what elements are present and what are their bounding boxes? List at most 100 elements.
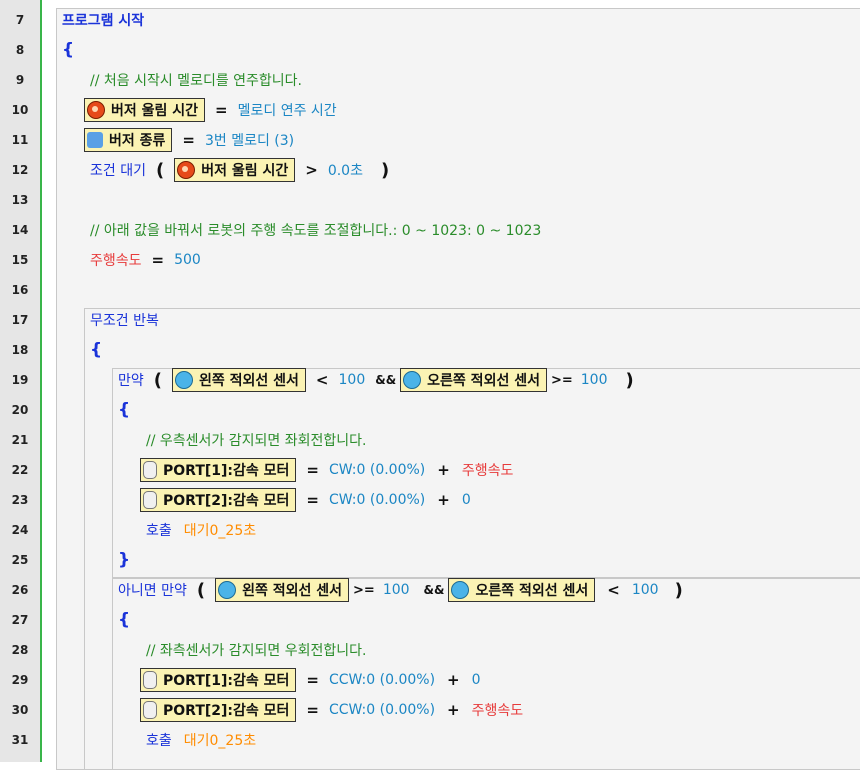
- motor-assign-row[interactable]: PORT[2]:감속 모터 = CW:0 (0.00%) + 0: [140, 485, 471, 515]
- buzzer-type-label: 버저 종류: [109, 133, 166, 149]
- right-ir-label: 오른쪽 적외선 센서: [475, 583, 589, 599]
- ir-sensor-icon: [175, 371, 193, 389]
- line-number: 26: [11, 583, 29, 597]
- call-row[interactable]: 호출 대기0_25초: [146, 725, 256, 755]
- buzzer-time-block[interactable]: 버저 울림 시간: [174, 158, 296, 182]
- left-ir-label: 왼쪽 적외선 센서: [242, 583, 343, 599]
- line-number: 18: [11, 343, 29, 357]
- wait-condition-row[interactable]: 조건 대기 ( 버저 울림 시간 > 0.0초 ): [90, 155, 399, 185]
- wait-condition-keyword: 조건 대기: [90, 163, 146, 179]
- open-brace: {: [62, 40, 75, 60]
- equals-operator: =: [306, 461, 319, 479]
- loop-row[interactable]: 무조건 반복: [90, 305, 159, 335]
- threshold-value: 100: [338, 372, 366, 388]
- loop-keyword: 무조건 반복: [90, 313, 159, 329]
- call-row[interactable]: 호출 대기0_25초: [146, 515, 256, 545]
- open-brace-row: {: [118, 395, 130, 425]
- zero-value: 0: [471, 672, 481, 688]
- zero-value: 0: [461, 492, 471, 508]
- equals-operator: =: [182, 131, 195, 149]
- motor-icon: [143, 491, 157, 509]
- motor-assign-row[interactable]: PORT[1]:감속 모터 = CW:0 (0.00%) + 주행속도: [140, 455, 513, 485]
- comment-row[interactable]: // 아래 값을 바꿔서 로봇의 주행 속도를 조절합니다.: 0 ~ 1023…: [90, 215, 541, 245]
- line-number: 14: [11, 223, 29, 237]
- port2-label: PORT[2]:감속 모터: [163, 703, 290, 719]
- comment-text: // 우측센서가 감지되면 좌회전합니다.: [146, 433, 367, 449]
- close-brace: }: [118, 550, 131, 570]
- line-number: 15: [11, 253, 29, 267]
- right-ir-sensor-block[interactable]: 오른쪽 적외선 센서: [448, 578, 596, 602]
- assign-row[interactable]: 버저 종류 = 3번 멜로디 (3): [84, 125, 294, 155]
- comment-text: // 아래 값을 바꿔서 로봇의 주행 속도를 조절합니다.: 0 ~ 1023…: [90, 223, 542, 239]
- speed-variable: 주행속도: [471, 703, 524, 719]
- greater-equal-operator: >=: [550, 372, 573, 388]
- ir-sensor-icon: [451, 581, 470, 599]
- line-number: 16: [11, 283, 29, 297]
- left-ir-sensor-block[interactable]: 왼쪽 적외선 센서: [172, 368, 306, 392]
- assign-row[interactable]: 주행속도 = 500: [90, 245, 201, 275]
- line-number: 25: [11, 553, 29, 567]
- motor-icon: [143, 461, 157, 479]
- equals-operator: =: [306, 671, 319, 689]
- left-paren: (: [155, 159, 165, 181]
- buzzer-time-label: 버저 울림 시간: [201, 163, 289, 179]
- right-ir-sensor-block[interactable]: 오른쪽 적외선 센서: [400, 368, 547, 392]
- buzzer-type-block[interactable]: 버저 종류: [84, 128, 173, 152]
- timer-icon: [87, 101, 105, 119]
- right-ir-label: 오른쪽 적외선 센서: [427, 373, 540, 389]
- threshold-value: 100: [631, 582, 659, 598]
- threshold-value: 100: [382, 582, 410, 598]
- open-brace-row: {: [118, 605, 130, 635]
- motor-assign-row[interactable]: PORT[2]:감속 모터 = CCW:0 (0.00%) + 주행속도: [140, 695, 523, 725]
- ir-sensor-icon: [218, 581, 237, 599]
- equals-operator: =: [306, 701, 319, 719]
- line-number: 28: [11, 643, 29, 657]
- left-paren: (: [196, 579, 206, 601]
- plus-operator: +: [447, 701, 460, 719]
- assign-row[interactable]: 버저 울림 시간 = 멜로디 연주 시간: [84, 95, 337, 125]
- line-number: 11: [11, 133, 29, 147]
- motor-assign-row[interactable]: PORT[1]:감속 모터 = CCW:0 (0.00%) + 0: [140, 665, 481, 695]
- port1-motor-block[interactable]: PORT[1]:감속 모터: [140, 458, 297, 482]
- if-row[interactable]: 만약 ( 왼쪽 적외선 센서 < 100 && 오른쪽 적외선 센서 >= 10…: [118, 365, 644, 395]
- program-start-row[interactable]: 프로그램 시작: [62, 5, 144, 35]
- less-operator: <: [607, 581, 620, 599]
- line-number: 10: [11, 103, 29, 117]
- buzzer-time-block[interactable]: 버저 울림 시간: [84, 98, 206, 122]
- line-number: 17: [11, 313, 29, 327]
- comment-row[interactable]: // 우측센서가 감지되면 좌회전합니다.: [146, 425, 366, 455]
- program-start-label: 프로그램 시작: [62, 13, 145, 29]
- equals-operator: =: [306, 491, 319, 509]
- threshold-value: 100: [580, 372, 608, 388]
- line-number: 9: [15, 73, 25, 87]
- port2-label: PORT[2]:감속 모터: [163, 493, 290, 509]
- else-if-row[interactable]: 아니면 만약 ( 왼쪽 적외선 센서 >= 100 && 오른쪽 적외선 센서 …: [118, 575, 693, 605]
- cw-value: CW:0 (0.00%): [328, 462, 426, 478]
- left-ir-sensor-block[interactable]: 왼쪽 적외선 센서: [215, 578, 350, 602]
- port2-motor-block[interactable]: PORT[2]:감속 모터: [140, 698, 297, 722]
- line-number: 23: [11, 493, 29, 507]
- cw-value: CW:0 (0.00%): [328, 492, 426, 508]
- comment-row[interactable]: // 좌측센서가 감지되면 우회전합니다.: [146, 635, 366, 665]
- comment-row[interactable]: // 처음 시작시 멜로디를 연주합니다.: [90, 65, 302, 95]
- melody-time-value: 멜로디 연주 시간: [237, 103, 337, 119]
- timer-icon: [177, 161, 196, 179]
- and-operator: &&: [375, 373, 397, 387]
- open-brace: {: [118, 610, 131, 630]
- comment-text: // 좌측센서가 감지되면 우회전합니다.: [146, 643, 367, 659]
- port2-motor-block[interactable]: PORT[2]:감속 모터: [140, 488, 297, 512]
- line-number: 12: [11, 163, 29, 177]
- line-number: 7: [15, 13, 25, 27]
- plus-operator: +: [447, 671, 460, 689]
- call-keyword: 호출: [146, 733, 172, 749]
- open-brace-row: {: [62, 35, 74, 65]
- seconds-value: 0.0초: [327, 163, 363, 179]
- open-brace-row: {: [90, 335, 102, 365]
- ccw-value: CCW:0 (0.00%): [328, 702, 436, 718]
- greater-equal-operator: >=: [353, 582, 375, 598]
- greater-operator: >: [305, 161, 318, 179]
- motor-icon: [143, 671, 157, 689]
- port1-motor-block[interactable]: PORT[1]:감속 모터: [140, 668, 297, 692]
- speed-value: 500: [174, 252, 201, 268]
- else-if-keyword: 아니면 만약: [118, 583, 187, 599]
